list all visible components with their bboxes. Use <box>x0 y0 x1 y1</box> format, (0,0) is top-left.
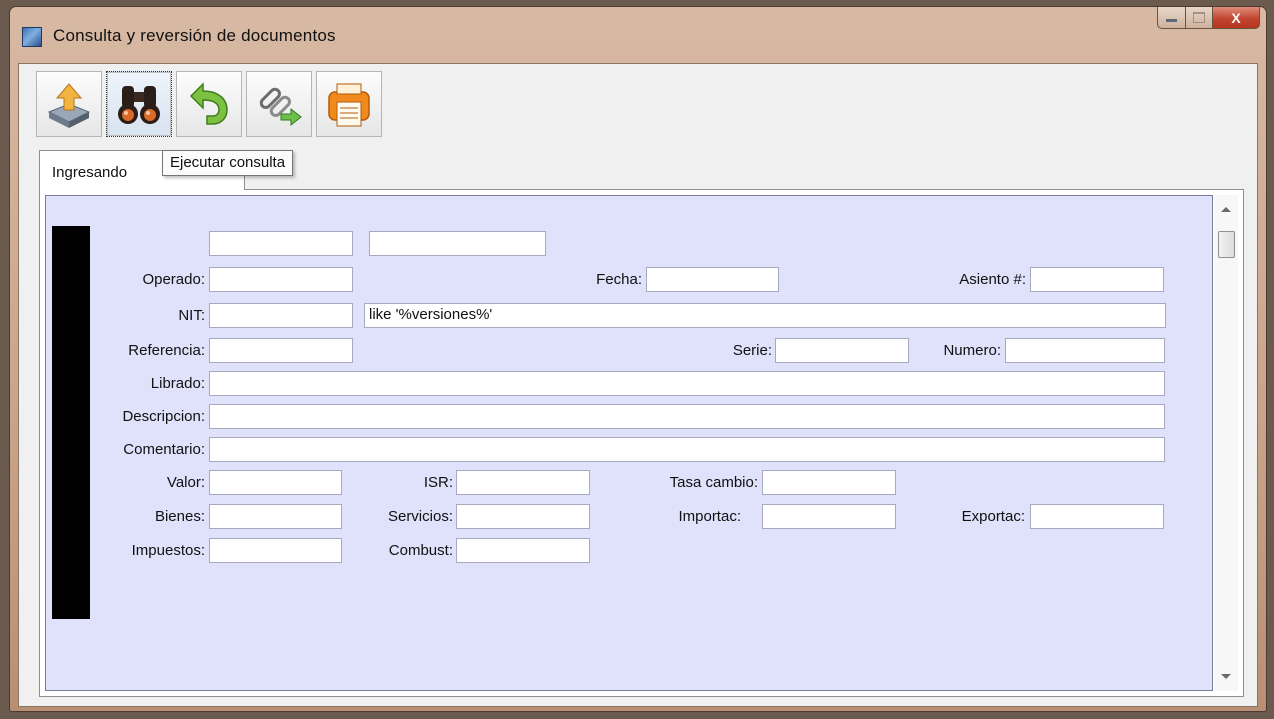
nit-field[interactable] <box>209 303 353 328</box>
nit-filter-field[interactable]: like '%versiones%' <box>364 303 1166 328</box>
combust-label: Combust: <box>388 542 453 559</box>
top-field-1[interactable] <box>209 231 353 256</box>
impuestos-label: Impuestos: <box>131 542 205 559</box>
scroll-down-icon[interactable] <box>1221 674 1231 679</box>
window-controls: X <box>1157 7 1260 29</box>
title-bar[interactable]: Consulta y reversión de documentos X <box>10 7 1266 63</box>
exportac-label: Exportac: <box>961 508 1025 525</box>
importac-label: Importac: <box>678 508 741 525</box>
referencia-field[interactable] <box>209 338 353 363</box>
librado-field[interactable] <box>209 371 1165 396</box>
app-window: Consulta y reversión de documentos X Ing… <box>9 6 1267 712</box>
undo-arrow-icon <box>189 82 228 125</box>
numero-label: Numero: <box>943 342 1001 359</box>
tasa-cambio-label: Tasa cambio: <box>669 474 758 491</box>
referencia-label: Referencia: <box>128 342 205 359</box>
bienes-field[interactable] <box>209 504 342 529</box>
serie-field[interactable] <box>775 338 909 363</box>
vertical-scrollbar[interactable] <box>1214 195 1238 691</box>
toolbar <box>36 71 386 137</box>
fecha-label: Fecha: <box>596 271 642 288</box>
scroll-up-icon[interactable] <box>1221 207 1231 212</box>
print-button[interactable] <box>316 71 382 137</box>
minimize-icon <box>1166 19 1177 22</box>
descripcion-label: Descripcion: <box>122 408 205 425</box>
undo-button[interactable] <box>176 71 242 137</box>
descripcion-field[interactable] <box>209 404 1165 429</box>
execute-query-button[interactable] <box>106 71 172 137</box>
combust-field[interactable] <box>456 538 590 563</box>
tasa-cambio-field[interactable] <box>762 470 896 495</box>
valor-label: Valor: <box>166 474 205 491</box>
comentario-field[interactable] <box>209 437 1165 462</box>
close-icon: X <box>1231 9 1241 26</box>
exportac-field[interactable] <box>1030 504 1164 529</box>
serie-label: Serie: <box>732 342 772 359</box>
comentario-label: Comentario: <box>123 441 205 458</box>
servicios-label: Servicios: <box>387 508 453 525</box>
impuestos-field[interactable] <box>209 538 342 563</box>
asiento-label: Asiento #: <box>959 271 1026 288</box>
numero-field[interactable] <box>1005 338 1165 363</box>
servicios-field[interactable] <box>456 504 590 529</box>
window-title: Consulta y reversión de documentos <box>53 26 336 45</box>
bienes-label: Bienes: <box>154 508 205 525</box>
operado-label: Operado: <box>142 271 205 288</box>
minimize-button[interactable] <box>1157 7 1186 29</box>
tab-label: Ingresando <box>52 164 128 181</box>
importac-field[interactable] <box>762 504 896 529</box>
top-field-2[interactable] <box>369 231 546 256</box>
isr-label: ISR: <box>423 474 453 491</box>
fecha-field[interactable] <box>646 267 779 292</box>
librado-label: Librado: <box>150 375 205 392</box>
asiento-field[interactable] <box>1030 267 1164 292</box>
tab-panel: Operado: Fecha: Asiento #: NIT: like '%v… <box>39 189 1244 697</box>
isr-field[interactable] <box>456 470 590 495</box>
maximize-button[interactable] <box>1186 7 1213 29</box>
operado-field[interactable] <box>209 267 353 292</box>
link-button[interactable] <box>246 71 312 137</box>
link-arrow-icon <box>259 87 302 127</box>
app-icon <box>22 27 42 47</box>
close-button[interactable]: X <box>1213 7 1260 29</box>
tooltip: Ejecutar consulta <box>162 150 294 176</box>
valor-field[interactable] <box>209 470 342 495</box>
save-upload-icon <box>47 83 91 128</box>
binoculars-icon <box>118 86 160 124</box>
client-area: Ingresando Ejecutar consulta Operado: Fe… <box>18 63 1258 707</box>
query-form: Operado: Fecha: Asiento #: NIT: like '%v… <box>45 195 1213 691</box>
scroll-thumb[interactable] <box>1218 231 1235 258</box>
printer-icon <box>328 83 370 127</box>
save-upload-button[interactable] <box>36 71 102 137</box>
nit-label: NIT: <box>178 307 205 324</box>
maximize-icon <box>1193 12 1205 23</box>
